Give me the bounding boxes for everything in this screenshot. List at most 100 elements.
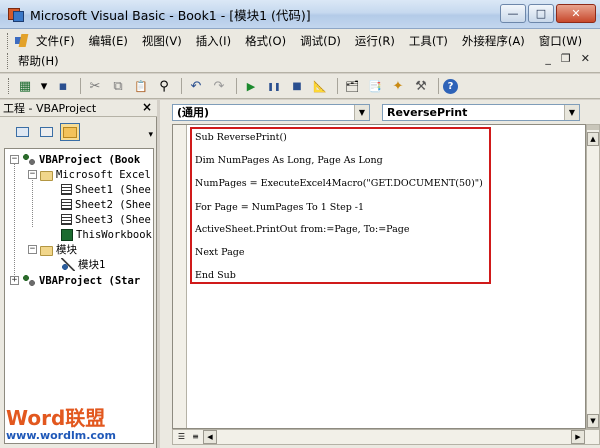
collapse-toggle[interactable]: − — [28, 245, 37, 254]
scroll-up-icon[interactable]: ▲ — [587, 132, 599, 146]
vertical-scrollbar[interactable]: ▲ ▼ — [586, 124, 600, 429]
menu-window[interactable]: 窗口(W) — [535, 33, 586, 49]
close-button[interactable]: ✕ — [556, 4, 596, 23]
expand-toggle[interactable]: + — [10, 276, 19, 285]
tree-label: Sheet3 (Shee — [75, 213, 151, 226]
menu-view[interactable]: 视图(V) — [138, 33, 186, 49]
full-module-view-icon[interactable]: ≡ — [189, 431, 202, 443]
scroll-right-icon[interactable]: ▶ — [571, 430, 585, 444]
break-icon[interactable]: ❚❚ — [264, 76, 284, 96]
object-dropdown-value: (通用) — [177, 106, 210, 119]
breakpoint-margin[interactable] — [173, 125, 187, 428]
split-bar[interactable] — [587, 125, 599, 130]
toolbox-icon[interactable]: ⚒ — [411, 76, 431, 96]
menu-edit[interactable]: 编辑(E) — [85, 33, 132, 49]
code-line[interactable]: Sub ReversePrint() — [195, 132, 287, 143]
maximize-button[interactable]: □ — [528, 4, 554, 23]
tree-item-modules-folder[interactable]: − 模块 — [28, 242, 77, 257]
tree-item-vbaproject-book[interactable]: − VBAProject (Book — [10, 152, 140, 167]
tree-item-sheet3[interactable]: Sheet3 (Shee — [61, 212, 151, 227]
toggle-folders-button[interactable] — [60, 123, 80, 141]
procedure-view-icon[interactable]: ☰ — [175, 431, 188, 443]
menu-file[interactable]: 文件(F) — [32, 33, 79, 49]
reset-icon[interactable]: ■ — [287, 76, 307, 96]
vba-project-icon — [22, 274, 36, 287]
save-icon[interactable]: ▪ — [53, 76, 73, 96]
find-icon[interactable]: ⚲ — [154, 76, 174, 96]
standard-toolbar: ▦ ▾ ▪ ✂ ⧉ 📋 ⚲ ↶ ↷ ▶ ❚❚ ■ 📐 🗂 📑 ✦ ⚒ ? — [0, 74, 600, 99]
worksheet-icon — [61, 199, 72, 210]
mdi-close-button[interactable]: ✕ — [581, 52, 590, 65]
tree-item-vbaproject-star[interactable]: + VBAProject (Star — [10, 273, 140, 288]
vba-app-icon — [8, 6, 24, 22]
toolbar-grip[interactable] — [8, 78, 11, 94]
mdi-minimize-button[interactable]: _ — [545, 52, 551, 65]
code-editor[interactable]: Sub ReversePrint() Dim NumPages As Long,… — [172, 124, 586, 429]
code-line[interactable]: Next Page — [195, 247, 244, 258]
procedure-dropdown[interactable]: ReversePrint ▼ — [382, 104, 580, 121]
code-line[interactable]: Dim NumPages As Long, Page As Long — [195, 155, 383, 166]
tree-item-sheet2[interactable]: Sheet2 (Shee — [61, 197, 151, 212]
menu-tools[interactable]: 工具(T) — [405, 33, 452, 49]
object-browser-icon[interactable]: ✦ — [388, 76, 408, 96]
tree-item-excel-objects[interactable]: − Microsoft Excel — [28, 167, 151, 182]
close-pane-icon[interactable]: × — [140, 101, 154, 115]
tree-item-module1[interactable]: 模块1 — [61, 257, 106, 272]
help-icon[interactable]: ? — [443, 78, 458, 94]
menu-grip[interactable] — [7, 33, 10, 49]
project-explorer-pane: 工程 - VBAProject × ▾ − VBAProject (Book −… — [0, 100, 157, 448]
code-line[interactable]: ActiveSheet.PrintOut from:=Page, To:=Pag… — [195, 224, 410, 235]
mdi-restore-button[interactable]: ❐ — [561, 52, 571, 65]
menu-bar: 文件(F) 编辑(E) 视图(V) 插入(I) 格式(O) 调试(D) 运行(R… — [0, 29, 600, 73]
tree-item-sheet1[interactable]: Sheet1 (Shee — [61, 182, 151, 197]
code-line[interactable]: End Sub — [195, 270, 236, 281]
vba-project-icon — [22, 153, 36, 166]
view-code-icon — [15, 127, 29, 137]
window-controls: — □ ✕ — [500, 4, 596, 23]
tree-item-thisworkbook[interactable]: ThisWorkbook — [61, 227, 152, 242]
toolbar-separator — [80, 78, 81, 94]
paste-icon[interactable]: 📋 — [131, 76, 151, 96]
tree-label: 模块1 — [78, 257, 106, 272]
cut-icon[interactable]: ✂ — [85, 76, 105, 96]
object-dropdown[interactable]: (通用) ▼ — [172, 104, 370, 121]
view-excel-icon[interactable]: ▦ — [15, 76, 35, 96]
redo-icon[interactable]: ↷ — [209, 76, 229, 96]
copy-icon[interactable]: ⧉ — [108, 76, 128, 96]
minimize-button[interactable]: — — [500, 4, 526, 23]
procedure-dropdown-value: ReversePrint — [387, 106, 468, 119]
tree-label: VBAProject (Star — [39, 274, 141, 287]
code-line[interactable]: For Page = NumPages To 1 Step -1 — [195, 202, 364, 213]
folder-icon — [40, 170, 53, 181]
chevron-down-icon[interactable]: ▼ — [354, 105, 369, 120]
project-explorer-icon[interactable]: 🗂 — [342, 76, 362, 96]
menu-format[interactable]: 格式(O) — [241, 33, 290, 49]
view-object-button[interactable] — [36, 123, 56, 141]
horizontal-scrollbar[interactable]: ☰ ≡ ◀ ▶ — [172, 429, 600, 445]
code-line[interactable]: NumPages = ExecuteExcel4Macro("GET.DOCUM… — [195, 178, 483, 189]
properties-icon[interactable]: 📑 — [365, 76, 385, 96]
chevron-down-icon[interactable]: ▼ — [564, 105, 579, 120]
title-bar: Microsoft Visual Basic - Book1 - [模块1 (代… — [0, 0, 600, 29]
menu-addins[interactable]: 外接程序(A) — [458, 33, 529, 49]
scroll-left-icon[interactable]: ◀ — [203, 430, 217, 444]
menu-run[interactable]: 运行(R) — [351, 33, 399, 49]
tree-label: 模块 — [56, 244, 77, 256]
menu-debug[interactable]: 调试(D) — [296, 33, 345, 49]
design-mode-icon[interactable]: 📐 — [310, 76, 330, 96]
menu-help[interactable]: 帮助(H) — [14, 53, 63, 69]
watermark-logo: Word联盟 — [6, 402, 116, 431]
collapse-toggle[interactable]: − — [10, 155, 19, 164]
insert-module-dropdown-icon[interactable]: ▾ — [38, 76, 50, 96]
collapse-toggle[interactable]: − — [28, 170, 37, 179]
view-code-button[interactable] — [12, 123, 32, 141]
menu-insert[interactable]: 插入(I) — [192, 33, 235, 49]
pane-menu-icon[interactable]: ▾ — [148, 130, 153, 140]
project-tree[interactable]: − VBAProject (Book − Microsoft Excel She… — [4, 148, 154, 444]
run-icon[interactable]: ▶ — [241, 76, 261, 96]
undo-icon[interactable]: ↶ — [186, 76, 206, 96]
scroll-down-icon[interactable]: ▼ — [587, 414, 599, 428]
menu-grip-2[interactable] — [7, 53, 10, 69]
mdi-controls: _ ❐ ✕ — [545, 52, 590, 65]
watermark: Word联盟 www.wordlm.com — [6, 402, 116, 442]
